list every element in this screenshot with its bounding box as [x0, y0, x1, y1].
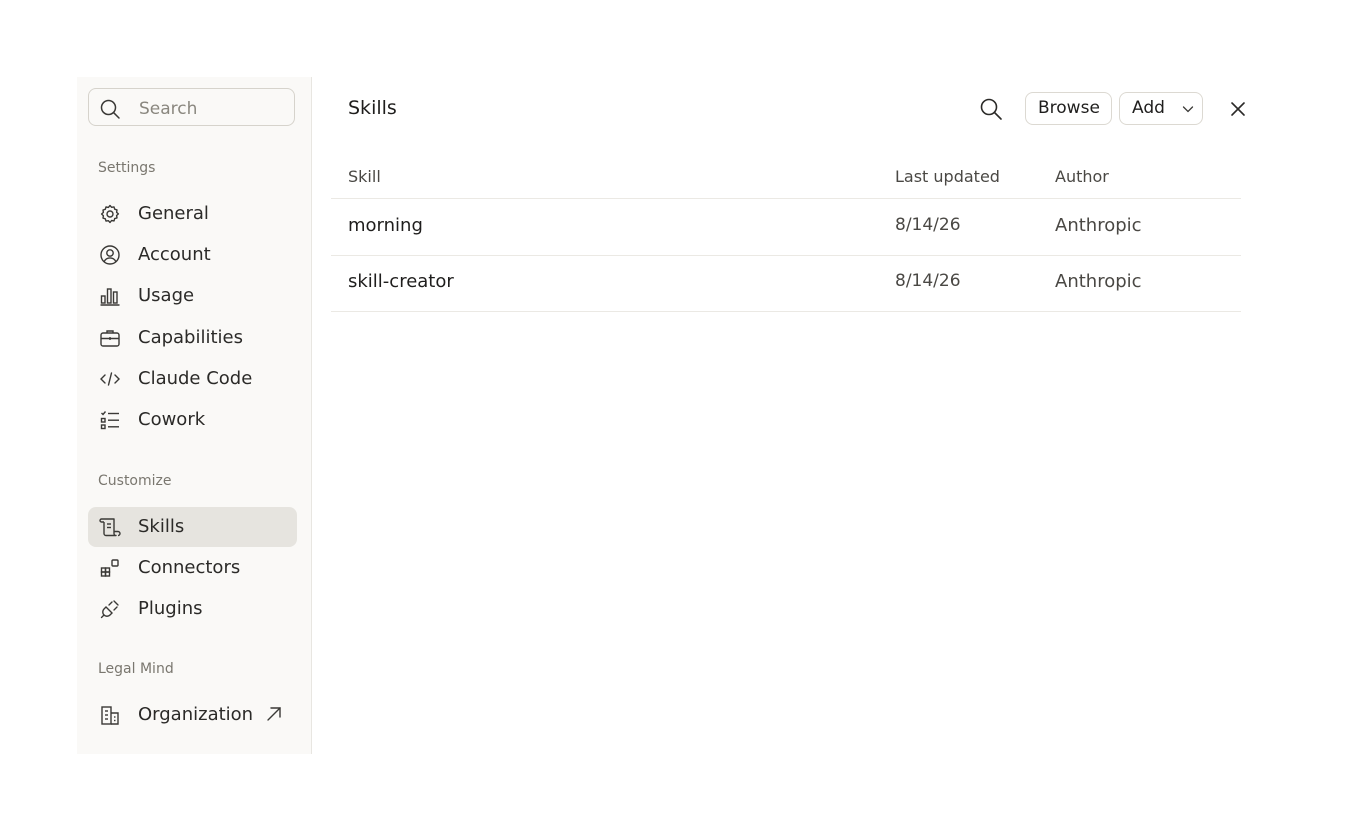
column-header-last-updated[interactable]: Last updated — [895, 167, 1000, 186]
briefcase-icon — [99, 327, 121, 349]
sidebar-item-label: General — [138, 203, 209, 224]
sidebar-item-label: Plugins — [138, 598, 203, 619]
close-icon[interactable] — [1227, 98, 1249, 120]
sidebar-item-usage[interactable]: Usage — [88, 276, 297, 316]
page-title: Skills — [348, 97, 397, 119]
sidebar-item-account[interactable]: Account — [88, 235, 297, 275]
author: Anthropic — [1055, 271, 1142, 292]
settings-modal: Settings General Account — [77, 77, 1269, 754]
section-label-legal-mind: Legal Mind — [98, 661, 174, 677]
sidebar-search-input[interactable] — [137, 97, 291, 121]
user-circle-icon — [99, 244, 121, 266]
sidebar-item-label: Capabilities — [138, 327, 243, 348]
chevron-down-icon — [1182, 103, 1194, 115]
column-header-author[interactable]: Author — [1055, 167, 1109, 186]
add-button[interactable]: Add — [1119, 92, 1203, 125]
sidebar-item-skills[interactable]: Skills — [88, 507, 297, 547]
table-row[interactable]: skill-creator 8/14/26 Anthropic — [331, 255, 1241, 312]
browse-button[interactable]: Browse — [1025, 92, 1112, 125]
sidebar-item-label: Claude Code — [138, 368, 253, 389]
external-link-icon — [264, 704, 284, 724]
scroll-icon — [99, 516, 121, 538]
sidebar-item-label: Skills — [138, 516, 185, 537]
search-icon[interactable] — [979, 97, 1003, 121]
sidebar-item-connectors[interactable]: Connectors — [88, 548, 297, 588]
sidebar-item-label: Usage — [138, 285, 195, 306]
column-header-skill[interactable]: Skill — [348, 167, 381, 186]
skill-name: skill-creator — [348, 271, 454, 292]
skill-name: morning — [348, 215, 423, 236]
section-label-settings: Settings — [98, 160, 156, 176]
bar-chart-icon — [99, 285, 121, 307]
last-updated: 8/14/26 — [895, 271, 961, 291]
sidebar-item-cowork[interactable]: Cowork — [88, 400, 297, 440]
table-row[interactable]: morning 8/14/26 Anthropic — [331, 199, 1241, 256]
sidebar-item-label: Organization — [138, 704, 254, 725]
sidebar-item-label: Cowork — [138, 409, 206, 430]
grid-plus-icon — [99, 557, 121, 579]
sidebar-search[interactable] — [88, 88, 295, 126]
sidebar: Settings General Account — [77, 77, 312, 754]
section-label-customize: Customize — [98, 473, 172, 489]
browse-button-label: Browse — [1038, 98, 1100, 118]
gear-icon — [99, 203, 121, 225]
sidebar-item-organization[interactable]: Organization — [88, 695, 297, 735]
sidebar-item-general[interactable]: General — [88, 194, 297, 234]
sidebar-item-claude-code[interactable]: Claude Code — [88, 359, 297, 399]
building-icon — [99, 704, 121, 726]
last-updated: 8/14/26 — [895, 215, 961, 235]
checklist-icon — [99, 409, 121, 431]
sidebar-item-label: Account — [138, 244, 211, 265]
author: Anthropic — [1055, 215, 1142, 236]
add-button-label: Add — [1132, 98, 1165, 118]
main-panel: Skills Browse Add Skill Last updated Aut… — [313, 77, 1269, 754]
sidebar-item-label: Connectors — [138, 557, 241, 578]
plug-icon — [99, 598, 121, 620]
table-header: Skill Last updated Author — [331, 159, 1241, 199]
search-icon — [99, 98, 121, 120]
sidebar-item-capabilities[interactable]: Capabilities — [88, 318, 297, 358]
sidebar-item-plugins[interactable]: Plugins — [88, 589, 297, 629]
code-icon — [99, 368, 121, 390]
